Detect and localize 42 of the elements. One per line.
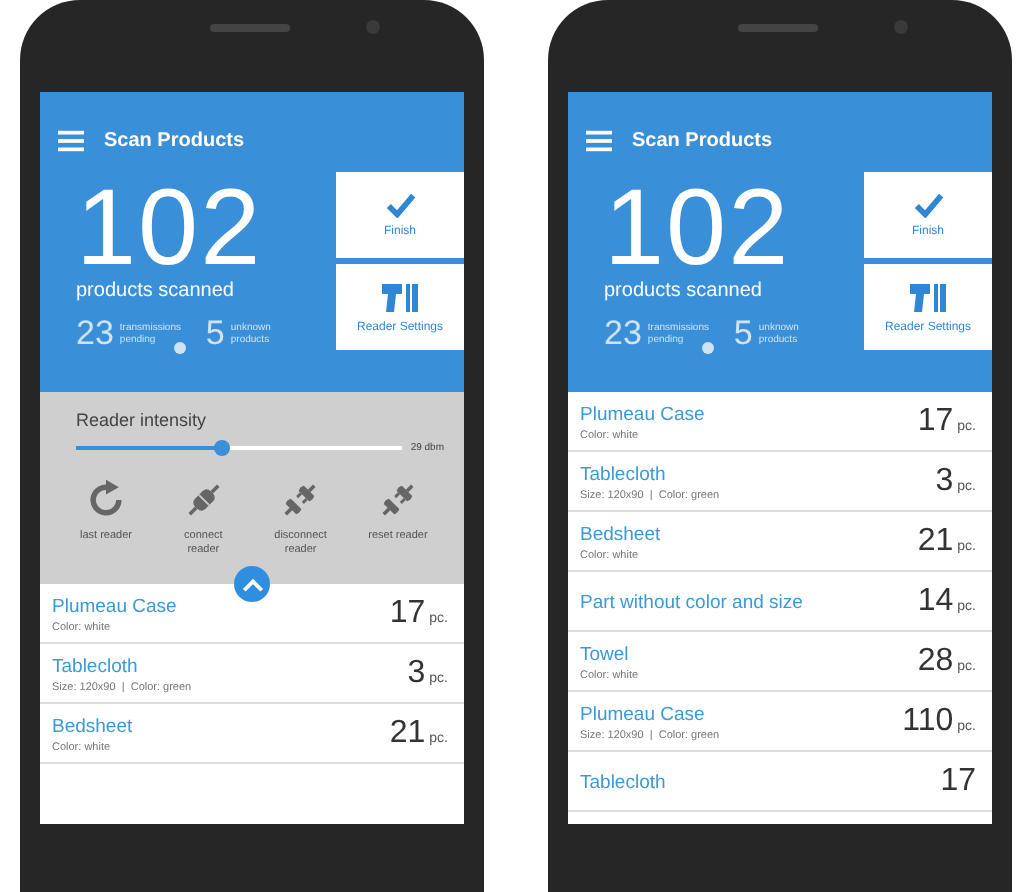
stat-value: 5 bbox=[733, 314, 753, 354]
product-name: Tablecloth bbox=[52, 655, 140, 677]
scanned-count: 102 bbox=[604, 172, 791, 284]
panel-title: Reader intensity bbox=[76, 410, 209, 430]
product-quantity: 110 bbox=[902, 704, 954, 740]
count-label: products scanned bbox=[76, 280, 234, 302]
scanner-icon bbox=[908, 281, 948, 313]
product-name: Plumeau Case bbox=[580, 703, 707, 725]
menu-icon[interactable] bbox=[58, 129, 84, 151]
product-row[interactable]: Tablecloth 17 bbox=[568, 752, 992, 812]
product-quantity: 3 bbox=[407, 656, 426, 692]
product-name: Tablecloth bbox=[580, 463, 668, 485]
product-name: Plumeau Case bbox=[52, 595, 177, 617]
slider-thumb[interactable] bbox=[214, 440, 231, 456]
menu-icon[interactable] bbox=[586, 129, 612, 151]
chevron-up-icon bbox=[241, 577, 263, 591]
product-quantity: 17 bbox=[940, 764, 976, 800]
product-quantity: 17 bbox=[389, 596, 426, 632]
product-name: Towel bbox=[580, 643, 631, 665]
product-quantity: 21 bbox=[917, 524, 954, 560]
count-label: products scanned bbox=[604, 280, 762, 302]
screen-title: Scan Products bbox=[632, 129, 773, 151]
stat-value: 23 bbox=[604, 314, 642, 354]
screen-title: Scan Products bbox=[104, 129, 245, 151]
checkmark-icon bbox=[913, 192, 943, 218]
stat-value: 23 bbox=[76, 314, 114, 354]
product-name: Bedsheet bbox=[580, 523, 661, 545]
product-name: Part without color and size bbox=[580, 591, 803, 613]
stat-value: 5 bbox=[205, 314, 225, 354]
product-name: Plumeau Case bbox=[580, 403, 705, 425]
product-quantity: 14 bbox=[917, 584, 954, 620]
scanner-icon bbox=[380, 281, 420, 313]
collapse-button[interactable] bbox=[234, 566, 270, 602]
product-name: Bedsheet bbox=[52, 715, 133, 737]
refresh-icon bbox=[84, 478, 128, 522]
scanned-count: 102 bbox=[76, 172, 263, 284]
product-name: Tablecloth bbox=[580, 771, 666, 793]
product-quantity: 21 bbox=[389, 716, 426, 752]
product-quantity: 3 bbox=[935, 464, 954, 500]
product-quantity: 17 bbox=[917, 404, 954, 440]
product-quantity: 28 bbox=[917, 644, 954, 680]
checkmark-icon bbox=[385, 192, 415, 218]
